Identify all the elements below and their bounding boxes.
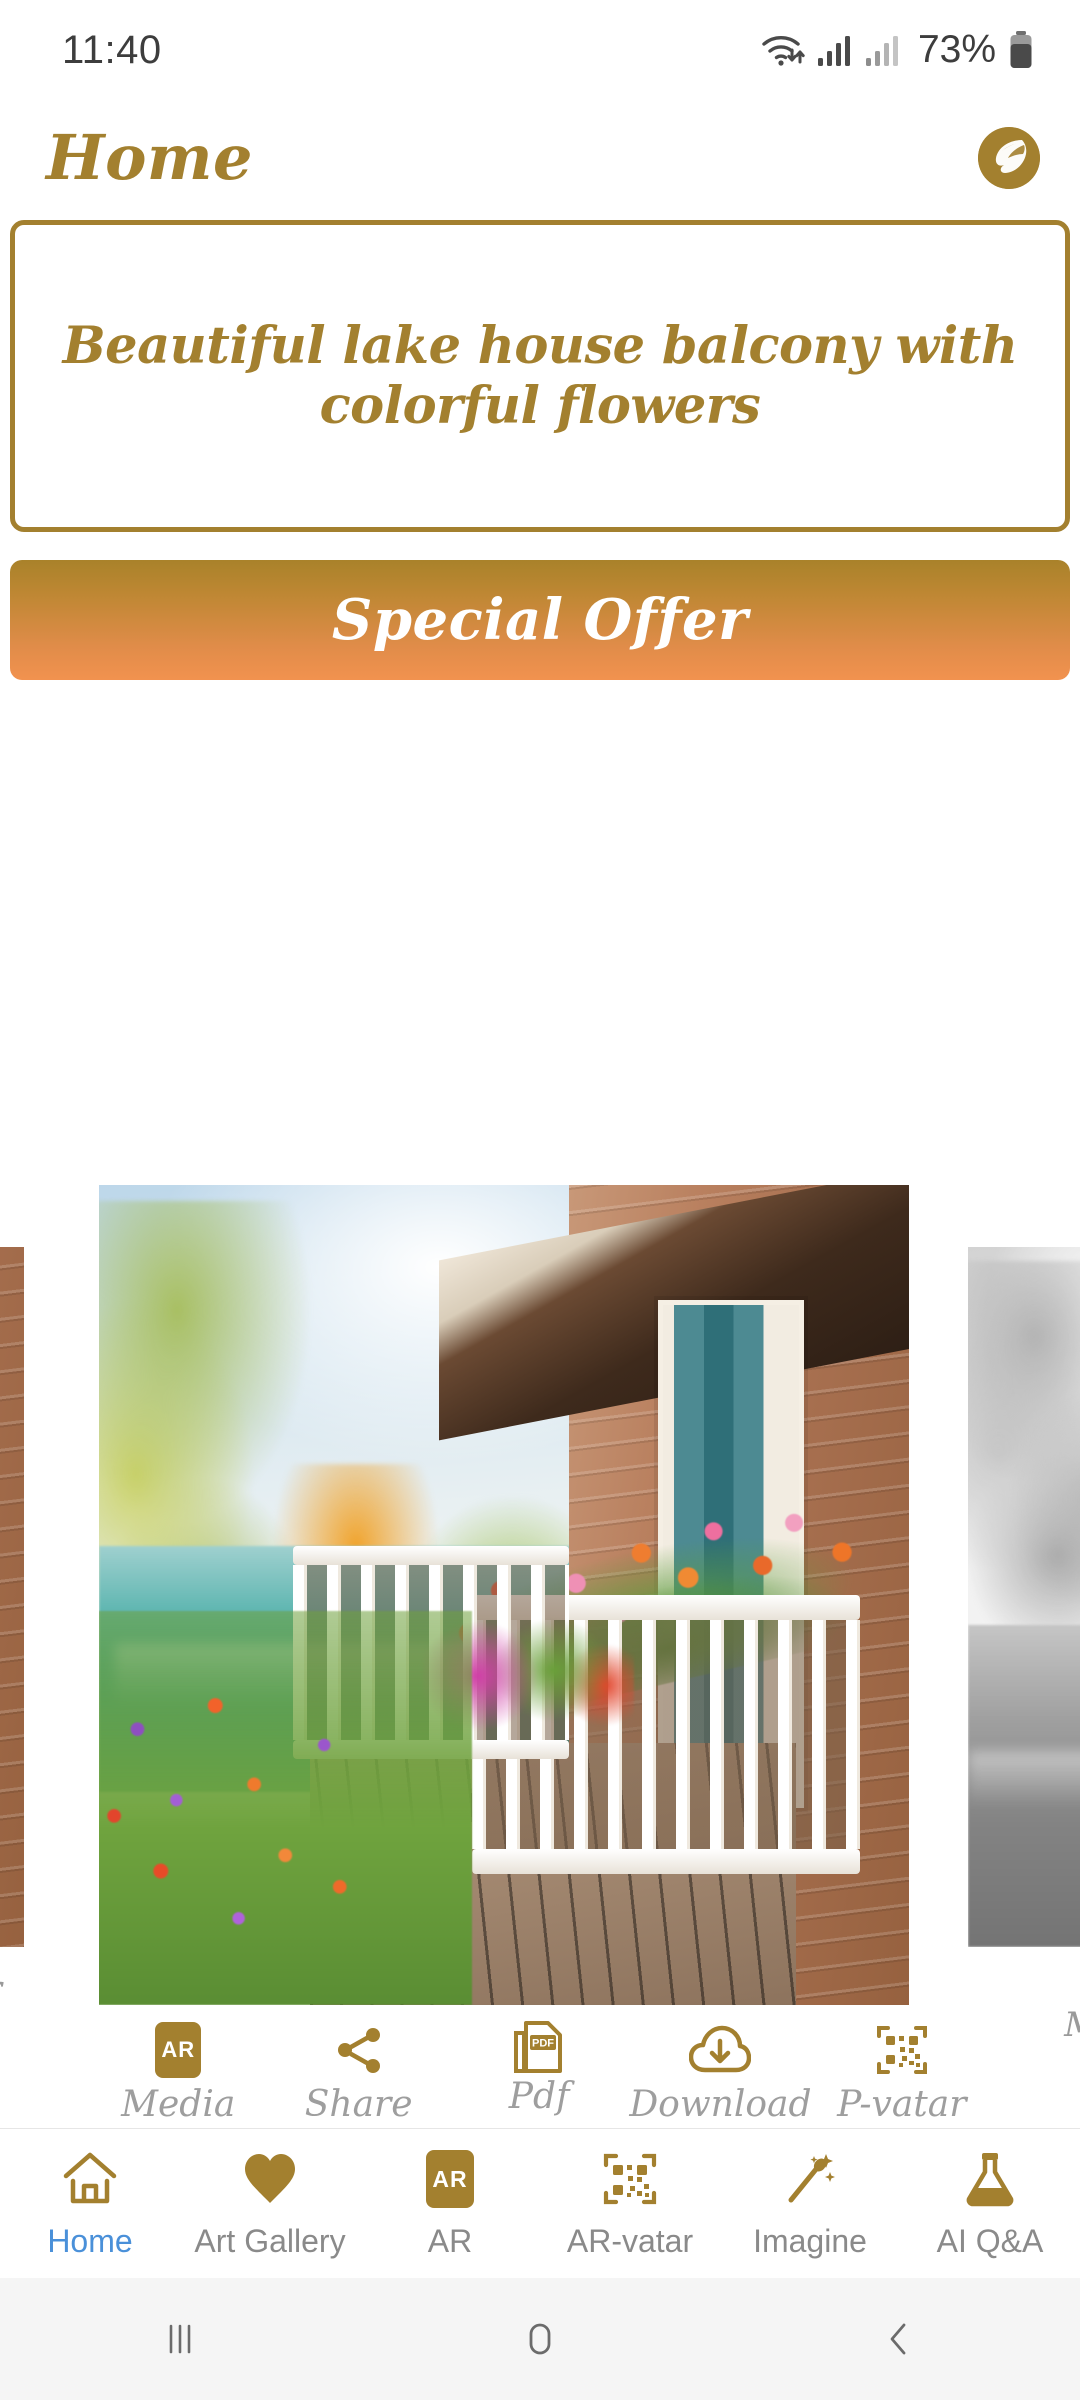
carousel-slide-next[interactable]: AR Media — [968, 1247, 1080, 2045]
action-label: Download — [629, 2084, 812, 2125]
generated-image-current[interactable] — [99, 1185, 909, 2005]
action-label: Pdf — [508, 2076, 570, 2117]
signal-icon — [864, 32, 902, 68]
nav-label: Art Gallery — [194, 2223, 346, 2259]
status-bar: 11:40 73% — [0, 0, 1080, 100]
special-offer-label: Special Offer — [331, 587, 749, 653]
ar-chip-icon: AR — [426, 2147, 474, 2211]
generated-image-next[interactable] — [968, 1247, 1080, 1947]
action-download[interactable]: Download — [629, 2020, 812, 2125]
download-cloud-icon — [689, 2020, 752, 2080]
battery-percent: 73% — [917, 28, 996, 71]
image-action-row: AR Media Share PDF Pdf Download P-vatar — [0, 2020, 1080, 2125]
prompt-card[interactable]: Beautiful lake house balcony with colorf… — [10, 220, 1070, 532]
nav-item-imagine[interactable]: Imagine — [720, 2147, 900, 2260]
recents-icon[interactable] — [0, 2316, 360, 2362]
nav-label: AR — [427, 2223, 473, 2259]
carousel-slide-previous[interactable]: ar — [0, 1247, 24, 2009]
nav-label: AR-vatar — [566, 2223, 694, 2259]
share-icon — [331, 2020, 387, 2080]
status-time: 11:40 — [62, 27, 162, 72]
special-offer-button[interactable]: Special Offer — [10, 560, 1070, 680]
svg-text:PDF: PDF — [532, 2038, 554, 2050]
house-icon — [60, 2147, 120, 2211]
battery-icon — [1008, 30, 1034, 70]
ar-chip-icon: AR — [155, 2020, 202, 2080]
back-icon[interactable] — [720, 2316, 1080, 2362]
pdf-icon: PDF — [512, 2020, 566, 2074]
carousel-slide-current[interactable] — [99, 1185, 909, 2005]
action-label: Media — [121, 2084, 236, 2125]
generated-image-previous[interactable] — [0, 1247, 24, 1947]
action-label: Share — [304, 2084, 413, 2125]
nav-label: Imagine — [753, 2223, 867, 2259]
app-logo-icon[interactable] — [978, 126, 1040, 189]
android-navigation-bar — [0, 2278, 1080, 2400]
action-pdf[interactable]: PDF Pdf — [449, 2020, 629, 2117]
magic-wand-icon — [781, 2147, 839, 2211]
carousel-caption-text: ar — [0, 1969, 2, 2009]
page-title: Home — [46, 121, 253, 194]
status-icons: 73% — [760, 28, 1034, 72]
nav-item-home[interactable]: Home — [0, 2147, 180, 2260]
nav-item-ar[interactable]: AR AR — [360, 2147, 540, 2260]
action-media[interactable]: AR Media — [88, 2020, 268, 2125]
nav-item-art-gallery[interactable]: Art Gallery — [180, 2147, 360, 2260]
flask-icon — [962, 2147, 1018, 2211]
nav-item-ai-qa[interactable]: AI Q&A — [900, 2147, 1080, 2260]
nav-label: AI Q&A — [936, 2223, 1044, 2259]
prompt-text: Beautiful lake house balcony with colorf… — [62, 315, 1018, 436]
image-carousel[interactable]: ar — [0, 1185, 1080, 2125]
heart-icon — [241, 2147, 299, 2211]
signal-icon — [816, 32, 854, 68]
qr-code-icon — [601, 2147, 659, 2211]
nav-label: Home — [47, 2223, 133, 2259]
bottom-navigation: Home Art Gallery AR AR AR-vatar Imagine … — [0, 2128, 1080, 2278]
carousel-caption-previous: ar — [0, 1969, 24, 2009]
nav-item-ar-vatar[interactable]: AR-vatar — [540, 2147, 720, 2260]
app-header: Home — [0, 100, 1080, 215]
action-label: P-vatar — [837, 2084, 967, 2125]
action-pvatar[interactable]: P-vatar — [812, 2020, 992, 2125]
wifi-icon — [760, 30, 806, 70]
action-share[interactable]: Share — [268, 2020, 448, 2125]
qr-code-icon — [875, 2020, 929, 2080]
home-icon[interactable] — [360, 2316, 720, 2362]
